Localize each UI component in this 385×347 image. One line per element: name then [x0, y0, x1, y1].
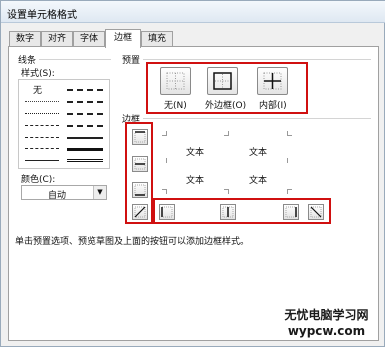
border-bottom-button[interactable] — [132, 182, 148, 198]
help-text: 单击预置选项、预览草图及上面的按钮可以添加边框样式。 — [15, 237, 250, 247]
line-style-thick[interactable] — [67, 148, 103, 151]
preview-text: 文本 — [186, 176, 205, 186]
corner-mark — [224, 189, 229, 194]
tab-font-label: 字体 — [79, 34, 98, 44]
tab-number-label: 数字 — [15, 34, 34, 44]
style-label: 样式(S): — [21, 69, 55, 79]
watermark-url: wypcw.com — [287, 324, 366, 338]
line-style-double[interactable] — [67, 159, 103, 162]
corner-mark — [224, 131, 229, 136]
title-bar: 设置单元格格式 — [1, 1, 385, 23]
line-style-dotted-fine[interactable] — [25, 101, 59, 102]
dialog-title: 设置单元格格式 — [7, 10, 77, 21]
corner-mark — [162, 131, 167, 136]
tab-number[interactable]: 数字 — [9, 31, 41, 47]
preview-text: 文本 — [249, 176, 268, 186]
color-select-value: 自动 — [47, 191, 66, 201]
border-horizontal-icon — [134, 158, 146, 170]
line-group-divider — [39, 59, 111, 60]
line-style-dashed[interactable] — [25, 148, 59, 149]
line-style-thin[interactable] — [25, 160, 59, 161]
corner-mark — [287, 158, 292, 163]
border-diagonal-up-button[interactable] — [132, 204, 148, 220]
border-bottom-buttons-highlight — [153, 198, 331, 224]
preset-none-label: 无(N) — [164, 101, 187, 111]
color-select[interactable]: 自动 ▼ — [21, 185, 107, 201]
border-divider — [143, 118, 371, 119]
site-watermark: 无忧电脑学习网 wypcw.com — [269, 306, 384, 338]
preview-text: 文本 — [249, 148, 268, 158]
preset-none-button[interactable] — [160, 67, 191, 95]
tab-alignment[interactable]: 对齐 — [41, 31, 73, 47]
preview-text: 文本 — [186, 148, 205, 158]
line-style-list[interactable]: 无 — [18, 79, 110, 169]
corner-mark — [162, 189, 167, 194]
line-style-dash-dot-dot[interactable] — [25, 125, 59, 126]
preset-inside-button[interactable] — [257, 67, 288, 95]
line-style-slant-dash-dot[interactable] — [67, 101, 103, 103]
format-cells-dialog: 设置单元格格式 数字 对齐 字体 边框 填充 线条 样式(S): 无 颜色(C)… — [0, 0, 385, 347]
corner-mark — [162, 158, 167, 163]
tab-font[interactable]: 字体 — [73, 31, 105, 47]
border-top-icon — [134, 131, 146, 143]
tab-alignment-label: 对齐 — [47, 34, 66, 44]
presets-title: 预置 — [122, 56, 141, 66]
border-diagonal-down-button[interactable] — [308, 204, 324, 220]
border-left-icon — [161, 206, 173, 218]
border-vertical-icon — [222, 206, 234, 218]
border-middle-horizontal-button[interactable] — [132, 156, 148, 172]
line-style-medium-dashed[interactable] — [67, 125, 103, 127]
watermark-title: 无忧电脑学习网 — [284, 308, 369, 322]
border-middle-vertical-button[interactable] — [220, 204, 236, 220]
outline-border-icon — [213, 72, 232, 90]
chevron-down-icon[interactable]: ▼ — [93, 186, 106, 199]
diagonal-up-icon — [134, 206, 146, 218]
border-right-button[interactable] — [283, 204, 299, 220]
tab-border-label: 边框 — [113, 33, 132, 43]
line-style-medium-dash-dot[interactable] — [67, 113, 103, 115]
corner-mark — [287, 131, 292, 136]
corner-mark — [287, 189, 292, 194]
line-style-none[interactable]: 无 — [33, 83, 42, 96]
no-border-icon — [166, 72, 185, 90]
line-style-dotted[interactable] — [25, 113, 59, 114]
border-right-icon — [285, 206, 297, 218]
border-left-button[interactable] — [159, 204, 175, 220]
presets-divider — [143, 59, 371, 60]
tab-fill[interactable]: 填充 — [141, 31, 173, 47]
border-bottom-icon — [134, 184, 146, 196]
line-group-title: 线条 — [18, 56, 37, 66]
tab-border[interactable]: 边框 — [105, 29, 141, 48]
border-top-button[interactable] — [132, 129, 148, 145]
color-label: 颜色(C): — [21, 175, 56, 185]
preset-inside-label: 内部(I) — [259, 101, 287, 111]
diagonal-down-icon — [310, 206, 322, 218]
inside-border-icon — [263, 72, 282, 90]
preset-outline-button[interactable] — [207, 67, 238, 95]
border-preview[interactable]: 文本 文本 文本 文本 — [154, 125, 302, 203]
line-style-medium[interactable] — [67, 137, 103, 139]
tab-fill-label: 填充 — [147, 34, 166, 44]
preset-outline-label: 外边框(O) — [205, 101, 247, 111]
line-style-dash-dot[interactable] — [25, 137, 59, 138]
line-style-medium-dash-dot-dot[interactable] — [67, 89, 103, 91]
